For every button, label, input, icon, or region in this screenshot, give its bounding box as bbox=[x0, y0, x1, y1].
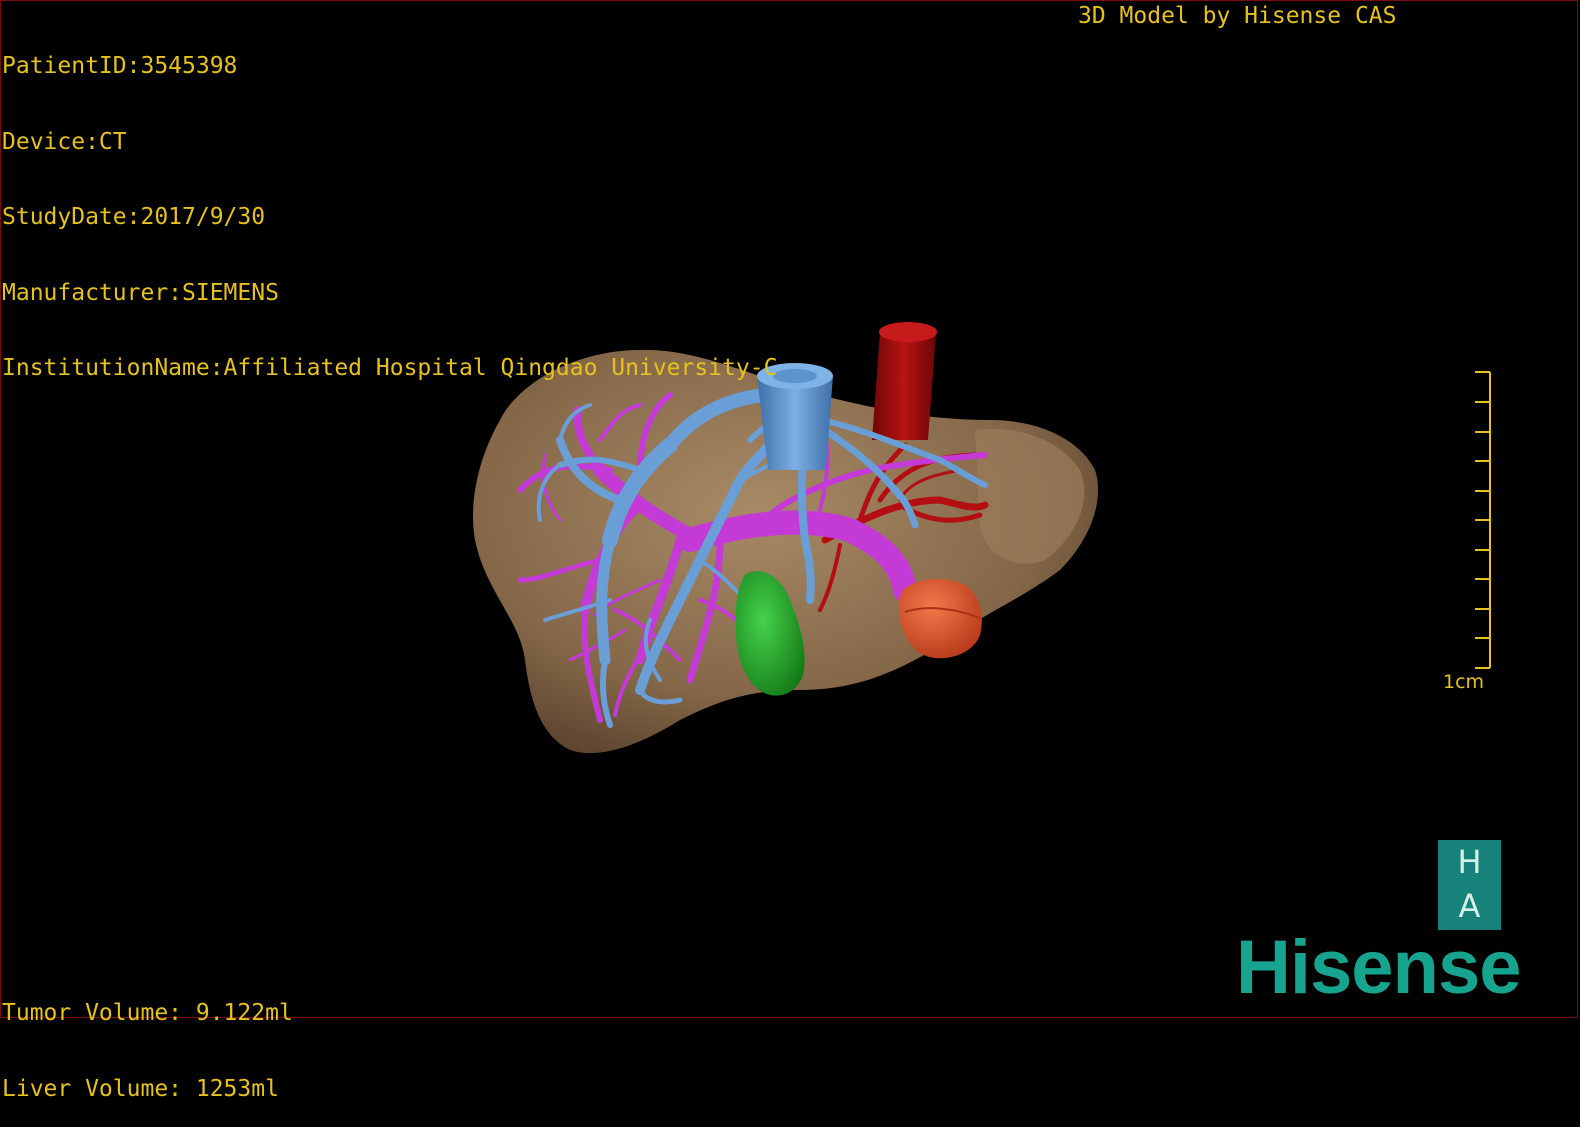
scale-bar bbox=[1475, 371, 1491, 669]
ha-badge-bottom: A bbox=[1458, 887, 1481, 925]
ha-logo-badge: H A bbox=[1438, 840, 1501, 930]
patient-info: PatientID:3545398 Device:CT StudyDate:20… bbox=[2, 4, 777, 407]
ha-badge-top: H bbox=[1457, 843, 1482, 881]
scale-bar-label: 1cm bbox=[1443, 671, 1485, 693]
study-date: StudyDate:2017/9/30 bbox=[2, 204, 266, 230]
model-credit: 3D Model by Hisense CAS bbox=[1078, 3, 1397, 29]
institution-name: InstitutionName:Affiliated Hospital Qing… bbox=[2, 355, 778, 381]
tumor-volume: Tumor Volume: 9.122ml bbox=[2, 1000, 293, 1026]
hisense-logo: Hisense bbox=[1236, 925, 1521, 1010]
inferior-vena-cava bbox=[872, 322, 937, 440]
device: Device:CT bbox=[2, 128, 127, 155]
volume-readouts: Tumor Volume: 9.122ml Liver Volume: 1253… bbox=[2, 951, 293, 1127]
liver-volume: Liver Volume: 1253ml bbox=[2, 1075, 279, 1102]
patient-id: PatientID:3545398 bbox=[2, 53, 238, 79]
manufacturer: Manufacturer:SIEMENS bbox=[2, 279, 279, 306]
